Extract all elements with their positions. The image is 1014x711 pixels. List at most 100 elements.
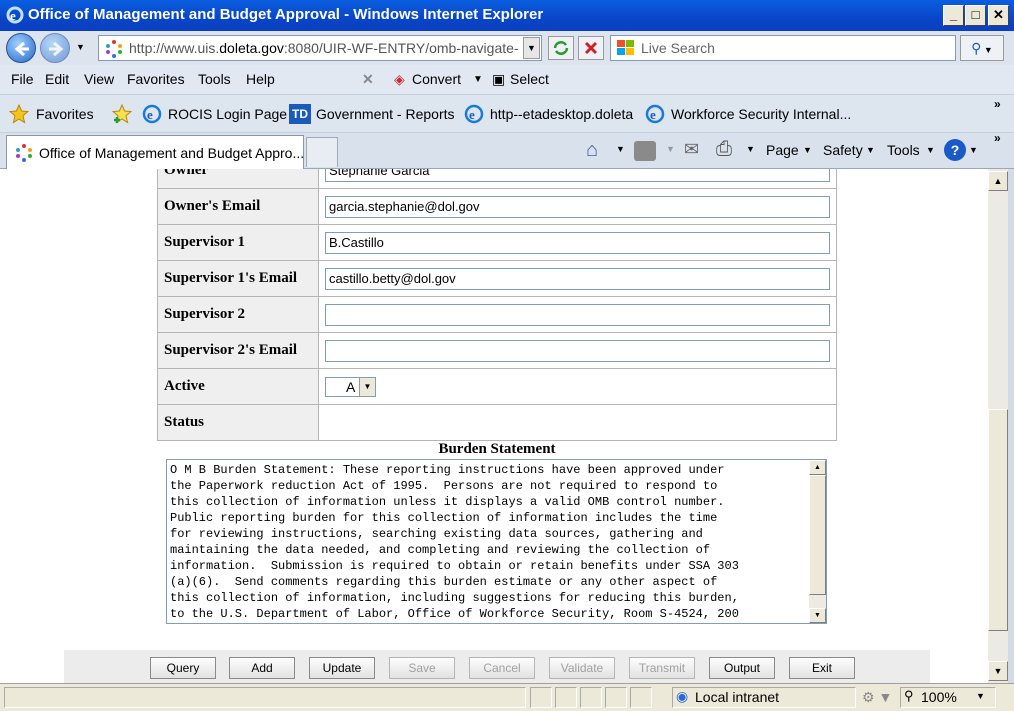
page-scroll-thumb[interactable]	[988, 409, 1008, 631]
action-button-bar: Query Add Update Save Cancel Validate Tr…	[64, 650, 930, 683]
favorite-government-reports[interactable]: Government - Reports	[316, 106, 455, 122]
status-segment	[630, 687, 652, 708]
help-icon[interactable]: ?	[944, 139, 966, 161]
page-scrollbar[interactable]: ▲ ▼	[988, 169, 1008, 683]
home-dropdown-icon[interactable]: ▼	[616, 144, 625, 154]
menu-tools[interactable]: Tools	[198, 71, 231, 87]
mail-icon[interactable]: ✉	[684, 139, 699, 160]
convert-button[interactable]: Convert	[412, 71, 461, 87]
scroll-up-icon[interactable]: ▲	[809, 460, 826, 475]
tools-menu[interactable]: Tools	[887, 142, 920, 158]
menu-view[interactable]: View	[84, 71, 114, 87]
form-row-supervisor2: Supervisor 2	[157, 296, 837, 333]
zoom-dropdown-icon[interactable]: ▼	[976, 691, 985, 701]
favorite-etadesktop[interactable]: http--etadesktop.doleta	[490, 106, 633, 122]
supervisor2-input[interactable]	[325, 303, 830, 326]
favorites-overflow-icon[interactable]: »	[994, 97, 1001, 111]
close-window-button[interactable]: ✕	[988, 5, 1009, 26]
supervisor2-email-input[interactable]	[325, 339, 830, 362]
active-selected-value: A	[346, 378, 356, 395]
address-dropdown-icon[interactable]: ▼	[523, 37, 540, 59]
menu-file[interactable]: File	[11, 71, 34, 87]
menu-edit[interactable]: Edit	[45, 71, 69, 87]
back-arrow-icon	[14, 41, 29, 57]
svg-text:e: e	[147, 107, 153, 122]
add-button[interactable]: Add	[229, 657, 295, 679]
transmit-button[interactable]: Transmit	[629, 657, 695, 679]
page-scroll-down-icon[interactable]: ▼	[988, 661, 1008, 681]
stop-icon	[584, 41, 598, 55]
feeds-icon[interactable]	[634, 141, 656, 161]
local-intranet-icon: ◉	[676, 688, 689, 704]
history-dropdown-icon[interactable]: ▼	[72, 37, 89, 59]
burden-statement-text: O M B Burden Statement: These reporting …	[170, 463, 739, 621]
favorites-button[interactable]: Favorites	[36, 106, 94, 122]
exit-button[interactable]: Exit	[789, 657, 855, 679]
active-select[interactable]: A ▼	[325, 376, 376, 397]
select-button[interactable]: Select	[510, 71, 549, 87]
form-row-owner: Owner	[157, 169, 837, 189]
close-toolbar-icon[interactable]: ✕	[362, 71, 374, 88]
page-menu[interactable]: Page	[766, 142, 799, 158]
back-button[interactable]	[6, 33, 36, 63]
new-tab-button[interactable]	[306, 137, 338, 167]
supervisor1-email-input[interactable]	[325, 267, 830, 290]
td-icon: TD	[289, 104, 311, 124]
protected-mode-icon[interactable]: ⚙ ▼	[862, 689, 892, 706]
address-toolbar: ▼ http://www.uis.doleta.gov:8080/UIR-WF-…	[0, 31, 1014, 65]
menu-favorites[interactable]: Favorites	[127, 71, 185, 87]
menu-help[interactable]: Help	[246, 71, 275, 87]
convert-dropdown-icon[interactable]: ▼	[473, 74, 483, 85]
maximize-button[interactable]: □	[965, 5, 986, 26]
zone-segment: ◉ Local intranet	[672, 687, 856, 708]
update-button[interactable]: Update	[309, 657, 375, 679]
status-segment	[530, 687, 552, 708]
safety-menu[interactable]: Safety	[823, 142, 863, 158]
form-row-active: Active A ▼	[157, 368, 837, 405]
select-icon: ▣	[492, 71, 506, 87]
home-icon[interactable]: ⌂	[586, 139, 598, 162]
search-button[interactable]: ⚲ ▼	[960, 35, 1004, 61]
tools-menu-dropdown-icon: ▼	[926, 145, 935, 155]
owner-email-input[interactable]	[325, 195, 830, 218]
supervisor1-label: Supervisor 1	[157, 224, 319, 261]
forward-button[interactable]	[40, 33, 70, 63]
page-scroll-up-icon[interactable]: ▲	[988, 171, 1008, 191]
search-input[interactable]: Live Search	[610, 35, 956, 61]
status-text-area	[4, 687, 526, 708]
stop-button[interactable]	[578, 36, 604, 60]
refresh-button[interactable]	[548, 36, 574, 60]
tab-omb-approval[interactable]: Office of Management and Budget Appro...	[6, 135, 304, 169]
save-button[interactable]: Save	[389, 657, 455, 679]
favorites-star-icon	[9, 104, 29, 124]
chevron-down-icon[interactable]: ▼	[359, 377, 375, 396]
feeds-dropdown-icon[interactable]: ▼	[666, 144, 675, 154]
address-field[interactable]: http://www.uis.doleta.gov:8080/UIR-WF-EN…	[98, 35, 542, 61]
owner-email-label: Owner's Email	[157, 188, 319, 225]
print-icon[interactable]: ⎙	[716, 138, 732, 161]
owner-input[interactable]	[325, 169, 830, 182]
supervisor1-input[interactable]	[325, 231, 830, 254]
burden-statement-textarea[interactable]: O M B Burden Statement: These reporting …	[166, 459, 827, 624]
help-dropdown-icon[interactable]: ▼	[969, 145, 978, 155]
burden-scroll-thumb[interactable]	[809, 475, 826, 595]
menu-bar: File Edit View Favorites Tools Help ✕ ◈ …	[0, 65, 1014, 95]
scroll-down-icon[interactable]: ▼	[809, 608, 826, 623]
burden-scrollbar[interactable]: ▲ ▼	[809, 460, 826, 623]
favorite-rocis-login[interactable]: ROCIS Login Page	[168, 106, 287, 122]
output-button[interactable]: Output	[709, 657, 775, 679]
minimize-button[interactable]: _	[943, 5, 964, 26]
add-favorite-icon[interactable]	[112, 104, 132, 124]
zone-label: Local intranet	[695, 689, 780, 705]
validate-button[interactable]: Validate	[549, 657, 615, 679]
title-bar: e Office of Management and Budget Approv…	[0, 0, 1014, 31]
supervisor2-email-label: Supervisor 2's Email	[157, 332, 319, 369]
supervisor2-label: Supervisor 2	[157, 296, 319, 333]
favorite-workforce-security[interactable]: Workforce Security Internal...	[671, 106, 851, 122]
command-overflow-icon[interactable]: »	[994, 131, 1001, 145]
cancel-button[interactable]: Cancel	[469, 657, 535, 679]
print-dropdown-icon[interactable]: ▼	[746, 144, 755, 154]
url-text: http://www.uis.doleta.gov:8080/UIR-WF-EN…	[129, 40, 519, 56]
query-button[interactable]: Query	[150, 657, 216, 679]
zoom-control[interactable]: ⚲ 100% ▼	[900, 687, 996, 708]
